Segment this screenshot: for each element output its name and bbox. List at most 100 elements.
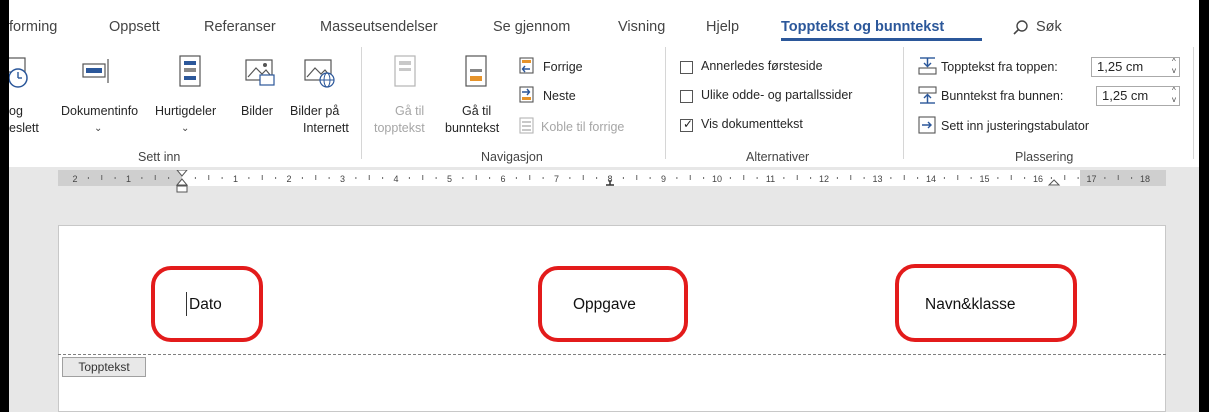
go-to-header-button[interactable]: Gå til [395, 103, 424, 119]
ruler-number: 3 [340, 174, 345, 184]
show-document-text-checkbox[interactable]: ✓ [680, 117, 694, 132]
ruler-tick [703, 177, 705, 179]
tab-visning[interactable]: Visning [618, 19, 665, 35]
online-pictures-icon [304, 59, 335, 88]
go-to-footer-button[interactable]: Gå til [462, 103, 491, 119]
ruler-tick [676, 177, 678, 179]
group-label-navigasjon: Navigasjon [481, 150, 543, 164]
ruler-tick [301, 177, 303, 179]
tab-formatting[interactable]: forming [9, 19, 57, 35]
ruler-number: 18 [1140, 174, 1150, 184]
search-label[interactable]: Søk [1036, 19, 1062, 35]
group-label-plassering: Plassering [1015, 150, 1074, 164]
ruler-tick [997, 177, 999, 179]
group-label-sett-inn: Sett inn [138, 150, 181, 164]
tab-se-gjennom[interactable]: Se gjennom [493, 19, 570, 35]
ruler-tick [408, 177, 410, 179]
tab-hjelp[interactable]: Hjelp [706, 19, 739, 35]
footer-from-bottom-value[interactable]: 1,25 cm [1102, 88, 1148, 103]
previous-button[interactable]: Forrige [543, 60, 583, 74]
ruler-tick [141, 177, 143, 179]
different-first-page-checkbox[interactable] [680, 61, 693, 74]
document-info-icon [82, 59, 109, 83]
ruler-tick [208, 175, 210, 180]
tab-referanser[interactable]: Referanser [204, 19, 276, 35]
different-odd-even-label[interactable]: Ulike odde- og partallssider [701, 88, 852, 102]
group-divider [903, 47, 904, 159]
ruler-tick [689, 175, 691, 180]
header-text-oppgave[interactable]: Oppgave [573, 296, 636, 314]
ruler-tick [957, 175, 959, 180]
ruler-number: 4 [393, 174, 398, 184]
pictures-button[interactable]: Bilder [241, 103, 273, 119]
insert-alignment-tab-button[interactable]: Sett inn justeringstabulator [941, 119, 1089, 133]
ruler-tick [515, 177, 517, 179]
go-to-footer-button-label-2[interactable]: bunntekst [445, 120, 499, 136]
alignment-tab-icon [918, 116, 936, 134]
ruler-tick [168, 177, 170, 179]
online-pictures-button[interactable]: Bilder på [290, 103, 339, 119]
checkmark-icon: ✓ [683, 117, 694, 131]
window-frame-right [1199, 0, 1209, 412]
date-time-button-label-2[interactable]: eslett [9, 120, 39, 136]
tab-masseutsendelser[interactable]: Masseutsendelser [320, 19, 438, 35]
tab-oppsett[interactable]: Oppsett [109, 19, 160, 35]
ruler-tick [114, 177, 116, 179]
ruler-tick [248, 177, 250, 179]
ruler-tick [261, 175, 263, 180]
ruler-number: 2 [72, 174, 77, 184]
quick-parts-button[interactable]: Hurtigdeler [155, 103, 216, 119]
spinner-arrows-icon[interactable]: ^ v [1172, 57, 1176, 75]
next-button[interactable]: Neste [543, 89, 576, 103]
ruler-number: 14 [926, 174, 936, 184]
ruler-tick [1104, 177, 1106, 179]
ruler-tick [489, 177, 491, 179]
tab-topptekst-og-bunntekst[interactable]: Topptekst og bunntekst [781, 19, 944, 35]
ruler-tick [743, 175, 745, 180]
different-odd-even-checkbox[interactable] [680, 90, 693, 103]
online-pictures-button-label-2[interactable]: Internett [303, 120, 349, 136]
ruler-tick [796, 175, 798, 180]
chevron-down-icon[interactable]: ⌄ [94, 123, 102, 134]
ruler-tick [649, 177, 651, 179]
active-tab-indicator [781, 38, 982, 41]
group-divider [1193, 47, 1194, 159]
ruler-number: 1 [233, 174, 238, 184]
right-indent-marker-icon[interactable] [1047, 179, 1061, 186]
go-to-header-button-label-2[interactable]: topptekst [374, 120, 425, 136]
ruler-tick [1131, 177, 1133, 179]
ruler-tick [890, 177, 892, 179]
indent-marker-icon[interactable] [175, 170, 189, 193]
document-info-button[interactable]: Dokumentinfo [61, 103, 138, 119]
ruler-tick [275, 177, 277, 179]
ruler-number: 7 [554, 174, 559, 184]
header-from-top-input[interactable]: 1,25 cm ^ v [1091, 57, 1180, 77]
footer-from-bottom-input[interactable]: 1,25 cm ^ v [1096, 86, 1180, 106]
date-time-icon [9, 57, 28, 88]
ruler-tick [101, 175, 103, 180]
pictures-icon [245, 59, 275, 86]
chevron-down-icon[interactable]: ⌄ [181, 123, 189, 134]
header-text-navn-klasse[interactable]: Navn&klasse [925, 296, 1015, 314]
ruler-tick [475, 175, 477, 180]
spinner-arrows-icon[interactable]: ^ v [1172, 86, 1176, 104]
ruler-tick [569, 177, 571, 179]
ruler-tick [1010, 175, 1012, 180]
show-document-text-label[interactable]: Vis dokumenttekst [701, 117, 803, 131]
ruler-tick [850, 175, 852, 180]
go-to-footer-icon [465, 55, 487, 87]
different-first-page-label[interactable]: Annerledes førsteside [701, 59, 823, 73]
link-to-previous-button[interactable]: Koble til forrige [541, 120, 624, 134]
header-from-top-value[interactable]: 1,25 cm [1097, 59, 1143, 74]
header-tag: Topptekst [62, 357, 146, 377]
ruler-number: 13 [872, 174, 882, 184]
date-time-button-label[interactable]: og [9, 103, 23, 119]
previous-icon [519, 57, 534, 74]
ruler-tick [154, 175, 156, 180]
ruler-tick [221, 177, 223, 179]
link-to-previous-icon [519, 117, 534, 134]
ruler-number: 6 [500, 174, 505, 184]
search-icon[interactable] [1013, 20, 1029, 36]
ruler-number: 5 [447, 174, 452, 184]
header-text-dato[interactable]: Dato [189, 296, 222, 314]
